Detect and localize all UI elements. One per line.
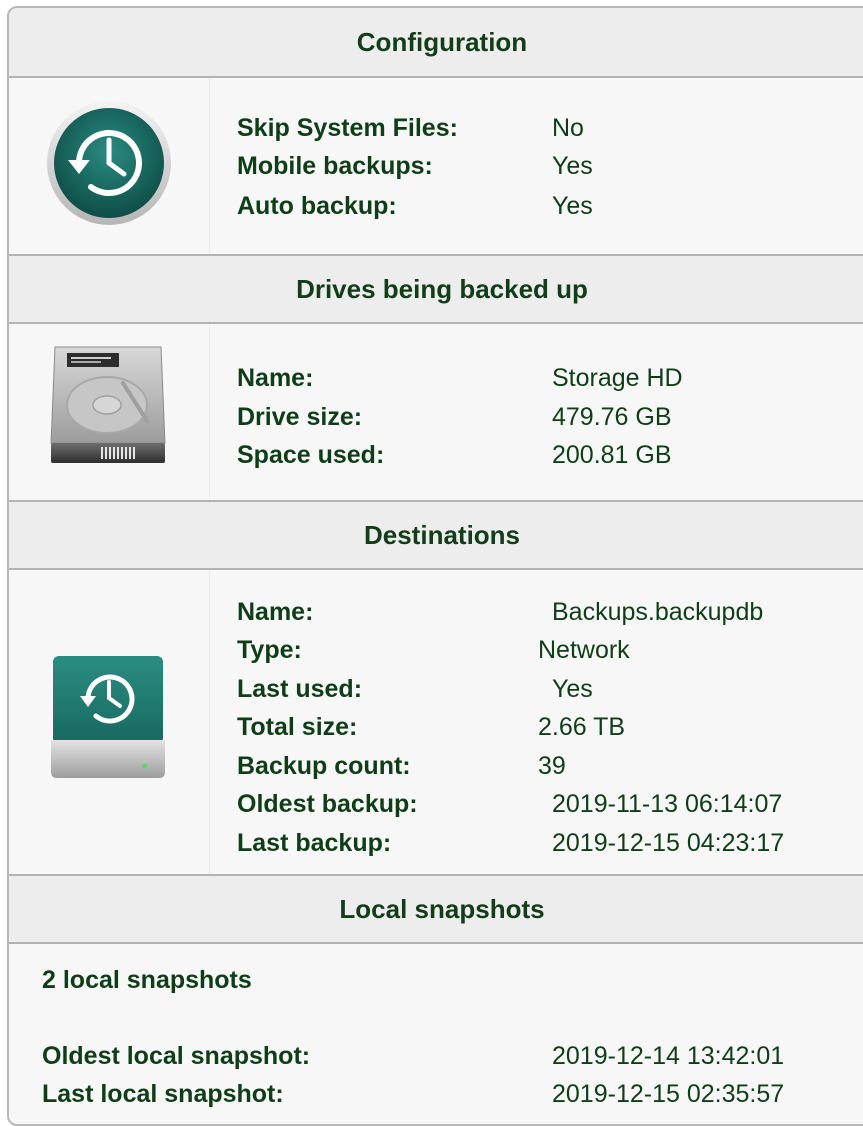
row-label: Space used:: [237, 441, 385, 469]
snapshots-summary: 2 local snapshots: [42, 966, 252, 994]
divider: [209, 78, 210, 254]
row-value: Yes: [552, 152, 593, 180]
row-value: 2019-12-15 02:35:57: [552, 1080, 785, 1108]
destinations-header: Destinations: [9, 500, 863, 570]
drives-header: Drives being backed up: [9, 254, 863, 324]
row-label: Last backup:: [237, 829, 392, 857]
row-value: 2019-12-15 04:23:17: [552, 829, 785, 857]
snapshots-header: Local snapshots: [9, 874, 863, 944]
time-machine-icon: [46, 100, 172, 226]
row-label: Oldest backup:: [237, 790, 418, 818]
row-value: 2.66 TB: [538, 713, 626, 741]
row-value: Network: [538, 636, 630, 664]
hard-drive-icon: [49, 343, 167, 467]
divider: [209, 324, 210, 500]
row-value: 39: [538, 752, 566, 780]
row-value: 479.76 GB: [552, 403, 672, 431]
row-label: Name:: [237, 598, 314, 626]
row-label: Last local snapshot:: [42, 1080, 284, 1108]
divider: [209, 570, 210, 874]
row-value: No: [552, 114, 584, 142]
row-label: Name:: [237, 364, 314, 392]
row-label: Type:: [237, 636, 302, 664]
row-label: Mobile backups:: [237, 152, 433, 180]
row-label: Drive size:: [237, 403, 363, 431]
row-label: Last used:: [237, 675, 363, 703]
row-value: Backups.backupdb: [552, 598, 764, 626]
row-label: Oldest local snapshot:: [42, 1042, 311, 1070]
row-label: Total size:: [237, 713, 358, 741]
row-value: 200.81 GB: [552, 441, 672, 469]
configuration-header: Configuration: [9, 8, 863, 78]
row-value: 2019-12-14 13:42:01: [552, 1042, 785, 1070]
row-value: Storage HD: [552, 364, 683, 392]
row-value: 2019-11-13 06:14:07: [552, 790, 783, 818]
time-machine-panel: Configuration Skip System Files: No Mobi…: [7, 6, 863, 1126]
row-label: Auto backup:: [237, 192, 397, 220]
time-machine-drive-icon: [49, 654, 167, 780]
row-label: Skip System Files:: [237, 114, 458, 142]
row-value: Yes: [552, 192, 593, 220]
row-label: Backup count:: [237, 752, 411, 780]
row-value: Yes: [552, 675, 593, 703]
